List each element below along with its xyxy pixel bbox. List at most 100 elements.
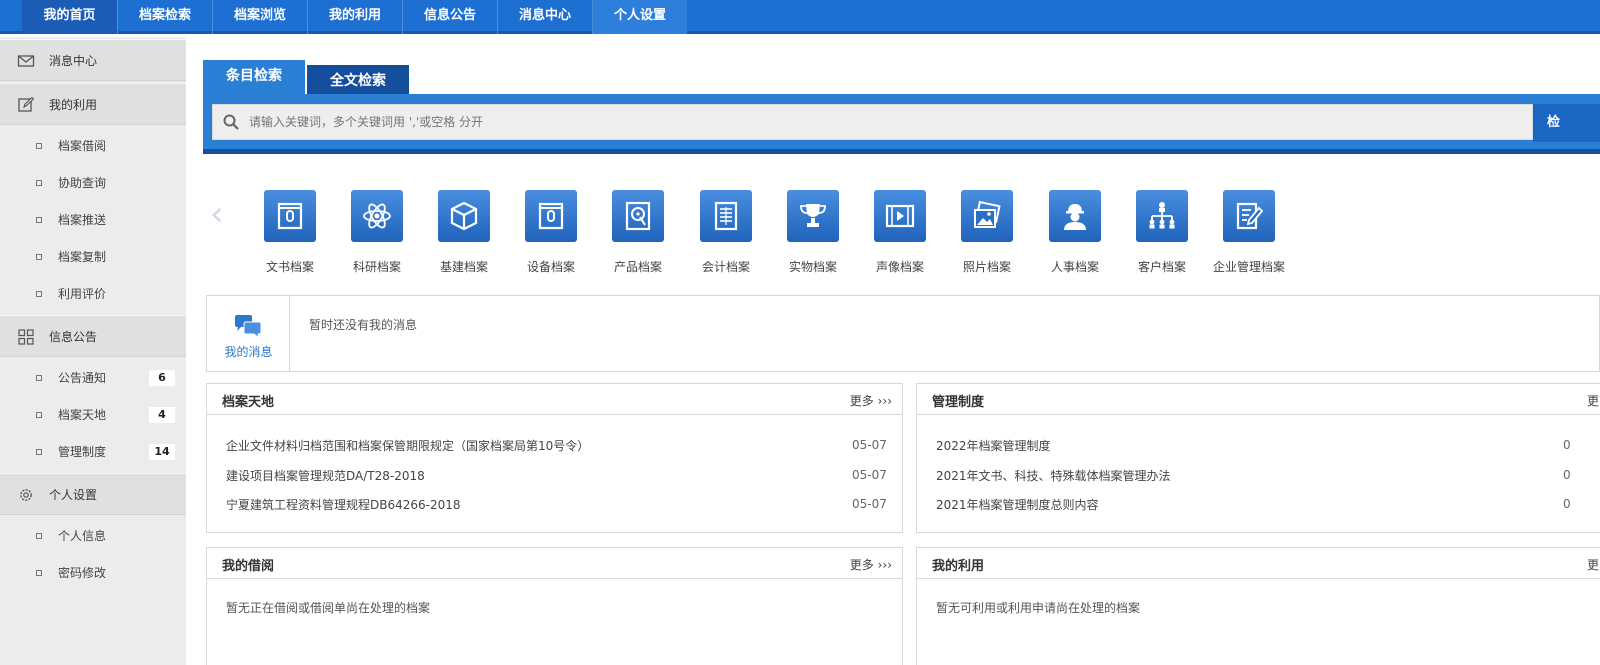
tab-fulltext-search[interactable]: 全文检索 [307,65,409,97]
more-link[interactable]: 更多 ››› [850,556,892,573]
gear-icon [20,489,32,501]
cube-icon [438,190,490,242]
nav-personal-settings[interactable]: 个人设置 [592,0,687,34]
sidebar-item-password-change[interactable]: 密码修改 [0,555,186,591]
tab-item-search[interactable]: 条目检索 [203,60,305,97]
bullet-icon [36,375,42,381]
search-bar [203,94,1600,154]
photo-icon [961,190,1013,242]
list-item-date: 0 [1563,497,1571,511]
list-item[interactable]: 企业文件材料归档范围和档案保管期限规定（国家档案局第10号令） [226,437,589,454]
my-borrow-panel: 我的借阅 更多 ››› 暂无正在借阅或借阅单尚在处理的档案 [206,547,903,665]
nav-archive-browse[interactable]: 档案浏览 [212,0,307,34]
management-system-panel: 管理制度 更 2022年档案管理制度 0 2021年文书、科技、特殊载体档案管理… [916,383,1600,533]
sidebar-item-label: 协助查询 [58,176,107,190]
search-box [212,104,1533,140]
bullet-icon [36,570,42,576]
sidebar-item-archive-world[interactable]: 档案天地 4 [0,397,186,433]
sidebar-item-archive-push[interactable]: 档案推送 [0,202,186,238]
sidebar-item-label: 档案天地 [58,408,107,422]
sidebar-item-label: 档案复制 [58,250,107,264]
atom-icon [351,190,403,242]
panel-title: 我的利用 [932,559,985,574]
nav-my-use[interactable]: 我的利用 [307,0,402,34]
panel-header: 档案天地 更多 ››› [207,384,902,415]
list-item[interactable]: 建设项目档案管理规范DA/T28-2018 [226,467,425,484]
panel-title: 管理制度 [932,395,985,410]
device-bag-icon [525,190,577,242]
sidebar-item-label: 档案推送 [58,213,107,227]
sidebar-item-label: 密码修改 [58,566,107,580]
nav-message-center[interactable]: 消息中心 [497,0,592,34]
category-object-archive[interactable]: 实物档案 [769,190,857,274]
panel-header: 我的利用 更 [917,548,1600,579]
more-link[interactable]: 更 [1587,392,1599,409]
category-document-archive[interactable]: 文书档案 [246,190,334,274]
edit-doc-icon [1223,190,1275,242]
sidebar-item-label: 公告通知 [58,371,107,385]
more-link[interactable]: 更 [1587,556,1599,573]
carousel-prev-icon[interactable]: ‹ [210,197,224,231]
sidebar-section-info-notice[interactable]: 信息公告 [0,315,186,357]
list-item[interactable]: 宁夏建筑工程资料管理规程DB64266-2018 [226,496,461,513]
list-item-date: 0 [1563,468,1571,482]
category-product-archive[interactable]: 产品档案 [594,190,682,274]
category-accounting-archive[interactable]: 会计档案 [682,190,770,274]
bullet-icon [36,449,42,455]
my-messages-button[interactable]: 我的消息 [207,296,290,371]
sidebar-item-label: 管理制度 [58,445,107,459]
list-item[interactable]: 2022年档案管理制度 [936,437,1051,454]
grid-icon [18,329,34,345]
sidebar-item-announcement[interactable]: 公告通知 6 [0,360,186,396]
search-button[interactable]: 检 [1533,104,1600,142]
worker-icon [1049,190,1101,242]
sidebar-item-archive-copy[interactable]: 档案复制 [0,239,186,275]
category-audio-video-archive[interactable]: 声像档案 [856,190,944,274]
list-item[interactable]: 2021年文书、科技、特殊载体档案管理办法 [936,467,1171,484]
panel-empty-text: 暂无可利用或利用申请尚在处理的档案 [936,601,1141,615]
sidebar: 消息中心 我的利用 档案借阅 协助查询 档案推送 档案复制 利用评价 信息公告 … [0,37,186,665]
messages-empty-text: 暂时还没有我的消息 [309,318,418,332]
search-input[interactable] [249,105,1519,139]
list-item-date: 05-07 [852,497,887,511]
sidebar-item-use-evaluation[interactable]: 利用评价 [0,276,186,312]
sidebar-section-message-center[interactable]: 消息中心 [0,39,186,81]
sidebar-section-label: 我的利用 [49,98,98,112]
nav-info-notice[interactable]: 信息公告 [402,0,497,34]
my-messages-panel: 我的消息 暂时还没有我的消息 [206,295,1600,372]
more-link[interactable]: 更多 ››› [850,392,892,409]
category-photo-archive[interactable]: 照片档案 [943,190,1031,274]
bullet-icon [36,291,42,297]
sidebar-item-personal-info[interactable]: 个人信息 [0,518,186,554]
count-badge: 6 [149,370,175,386]
category-personnel-archive[interactable]: 人事档案 [1031,190,1119,274]
bullet-icon [36,217,42,223]
sidebar-section-label: 个人设置 [49,488,98,502]
category-enterprise-management-archive[interactable]: 企业管理档案 [1205,190,1293,274]
category-equipment-archive[interactable]: 设备档案 [507,190,595,274]
count-badge: 14 [149,444,175,460]
sidebar-section-my-use[interactable]: 我的利用 [0,83,186,125]
category-customer-archive[interactable]: 客户档案 [1118,190,1206,274]
org-chart-icon [1136,190,1188,242]
bullet-icon [36,180,42,186]
category-research-archive[interactable]: 科研档案 [333,190,421,274]
list-item-date: 05-07 [852,438,887,452]
bullet-icon [36,143,42,149]
panel-header: 我的借阅 更多 ››› [207,548,902,579]
document-bag-icon [264,190,316,242]
category-construction-archive[interactable]: 基建档案 [420,190,508,274]
nav-home[interactable]: 我的首页 [22,0,117,34]
mail-icon [17,55,35,67]
sidebar-section-personal-settings[interactable]: 个人设置 [0,473,186,515]
bullet-icon [36,533,42,539]
ledger-icon [700,190,752,242]
list-item[interactable]: 2021年档案管理制度总则内容 [936,496,1099,513]
sidebar-item-management-system[interactable]: 管理制度 14 [0,434,186,470]
list-item-date: 05-07 [852,468,887,482]
sidebar-item-archive-borrow[interactable]: 档案借阅 [0,128,186,164]
edit-icon [18,97,35,112]
sidebar-item-assist-query[interactable]: 协助查询 [0,165,186,201]
nav-archive-search[interactable]: 档案检索 [117,0,212,34]
category-label: 企业管理档案 [1212,260,1285,274]
